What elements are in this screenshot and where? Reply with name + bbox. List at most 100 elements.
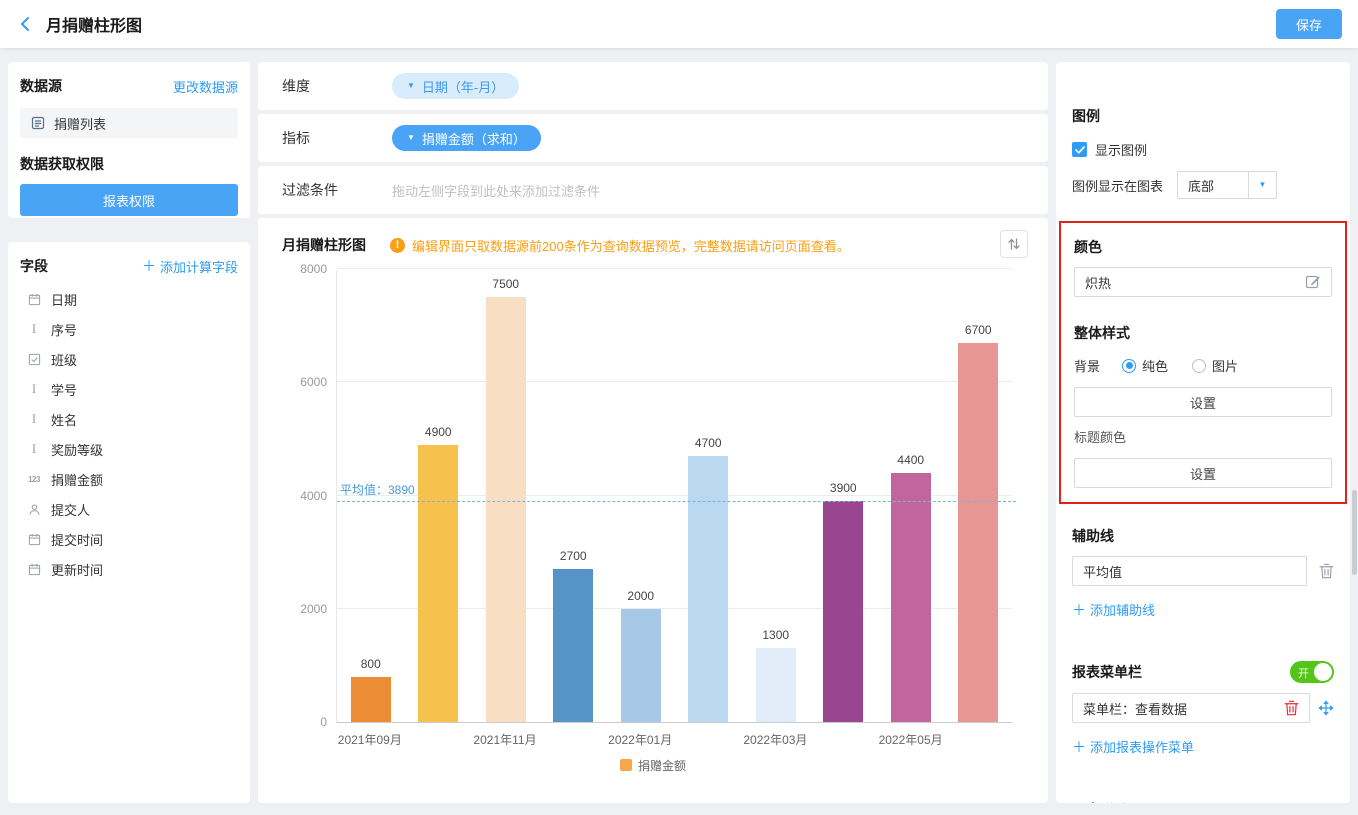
legend-position-label: 图例显示在图表 <box>1072 178 1164 194</box>
x-axis-tick-label: 2021年09月 <box>337 733 402 747</box>
add-auxline-link[interactable]: ＋ 添加辅助线 <box>1072 600 1155 619</box>
bar-value-label: 2700 <box>559 549 587 564</box>
bar-2021年09月[interactable] <box>350 676 391 722</box>
field-item[interactable]: I 奖励等级 <box>20 434 238 464</box>
text-icon: I <box>31 411 37 426</box>
settings-panel: 图例 显示图例 图例显示在图表 底部 ▼ 颜色 炽热 整体样式 背景 纯色 图片… <box>1056 62 1350 803</box>
dropdown-button[interactable]: ▼ <box>1249 171 1278 199</box>
add-menu-action-link[interactable]: ＋ 添加报表操作菜单 <box>1072 737 1194 756</box>
number-icon: 123 <box>28 474 40 484</box>
field-item[interactable]: 123 捐赠金额 <box>20 464 238 494</box>
field-item[interactable]: 提交时间 <box>20 524 238 554</box>
fields-card: 字段 ＋ 添加计算字段 日期 I 序号 班级 I 学号 I 姓名 I 奖励等级 123 捐赠金额提交人… <box>8 242 250 803</box>
bar-2022年01月[interactable] <box>620 608 661 722</box>
sort-button[interactable] <box>1000 230 1028 258</box>
page: 月捐赠柱形图 保存 数据源 更改数据源 捐赠列表 数据获取权限 报表权限 字段 … <box>0 0 1358 815</box>
field-item[interactable]: I 姓名 <box>20 404 238 434</box>
title-color-label: 标题颜色 <box>1074 430 1127 445</box>
edit-icon[interactable] <box>1305 274 1321 290</box>
bar-value-label: 4400 <box>897 452 925 467</box>
page-title: 月捐赠柱形图 <box>46 18 143 35</box>
legend-swatch-icon <box>619 759 632 771</box>
bar-2022年04月[interactable] <box>823 501 864 722</box>
field-label: 日期 <box>51 292 78 308</box>
field-item[interactable]: 班级 <box>20 344 238 374</box>
caret-down-icon: ▼ <box>407 81 415 90</box>
person-icon <box>26 503 42 516</box>
y-axis-tick-label: 8000 <box>300 262 327 276</box>
highlighted-section: 颜色 炽热 整体样式 背景 纯色 图片 设置 标题颜色 设置 <box>1059 221 1347 504</box>
filter-dropzone[interactable]: 拖动左侧字段到此处来添加过滤条件 <box>392 181 600 200</box>
bar-value-label: 4700 <box>694 435 722 450</box>
bar-value-label: 2000 <box>627 588 655 603</box>
left-sidebar: 数据源 更改数据源 捐赠列表 数据获取权限 报表权限 字段 ＋ 添加计算字段 日… <box>8 62 250 803</box>
bar-2022年05月[interactable] <box>890 472 931 722</box>
text-icon: I <box>31 381 37 396</box>
background-set-button[interactable]: 设置 <box>1074 387 1332 417</box>
bar-2021年12月[interactable] <box>553 569 594 722</box>
move-menu-item-handle[interactable] <box>1318 700 1334 716</box>
bar-2022年06月[interactable] <box>958 342 999 722</box>
bar-value-label: 1300 <box>762 628 790 643</box>
metric-pill[interactable]: ▼ 捐赠金额（求和） <box>392 125 541 151</box>
dimension-pill[interactable]: ▼ 日期（年-月） <box>392 73 520 99</box>
dimension-label: 维度 <box>282 78 310 94</box>
bar-2022年03月[interactable] <box>755 648 796 722</box>
style-section-title: 整体样式 <box>1074 325 1130 341</box>
menu-toggle[interactable]: 开 <box>1290 661 1334 683</box>
bar-2021年10月[interactable] <box>418 444 459 722</box>
x-axis-tick-label: 2022年05月 <box>878 733 943 747</box>
menu-item[interactable]: 菜单栏：查看数据 <box>1072 693 1310 723</box>
title-color-set-button[interactable]: 设置 <box>1074 458 1332 488</box>
bar-2021年11月[interactable] <box>485 297 526 722</box>
bar-value-label: 4900 <box>424 424 452 439</box>
gridline <box>337 268 1012 269</box>
legend-position-select[interactable]: 底部 ▼ <box>1177 171 1278 199</box>
color-theme-input[interactable]: 炽热 <box>1074 267 1332 297</box>
datasource-card: 数据源 更改数据源 捐赠列表 数据获取权限 报表权限 <box>8 62 250 218</box>
field-label: 捐赠金额 <box>51 472 104 488</box>
caret-down-icon: ▼ <box>407 133 415 142</box>
save-button[interactable]: 保存 <box>1275 9 1342 39</box>
permission-title: 数据获取权限 <box>20 156 104 172</box>
gridline <box>337 381 1012 383</box>
trash-icon <box>1319 563 1334 579</box>
datasource-item[interactable]: 捐赠列表 <box>20 108 238 138</box>
bar-chart-plot: 0 2000 4000 6000 8000 800 4900 7500 2700 2000 4700… <box>300 262 1016 729</box>
trash-icon <box>1284 700 1299 716</box>
field-item[interactable]: I 序号 <box>20 314 238 344</box>
field-item[interactable]: 提交人 <box>20 494 238 524</box>
bar-value-label: 7500 <box>492 277 520 292</box>
scrollbar-thumb[interactable] <box>1352 490 1357 575</box>
back-button[interactable] <box>20 16 30 32</box>
bar-2022年02月[interactable] <box>688 455 729 722</box>
dimension-row: 维度 ▼ 日期（年-月） <box>258 62 1048 110</box>
field-item[interactable]: 更新时间 <box>20 554 238 584</box>
legend-item[interactable]: 捐赠金额 <box>619 757 686 774</box>
field-item[interactable]: 日期 <box>20 284 238 314</box>
field-item[interactable]: I 学号 <box>20 374 238 404</box>
metric-label: 指标 <box>282 130 310 146</box>
y-axis-tick-label: 6000 <box>300 375 327 390</box>
calendar-icon <box>26 293 42 306</box>
bg-solid-radio[interactable]: 纯色 <box>1122 356 1168 375</box>
field-list: 日期 I 序号 班级 I 学号 I 姓名 I 奖励等级 123 捐赠金额提交人提交时间更新时间 <box>20 284 238 584</box>
filter-row: 过滤条件 拖动左侧字段到此处来添加过滤条件 <box>258 166 1048 214</box>
radio-unselected-icon <box>1192 358 1207 373</box>
auxline-input[interactable]: 平均值 <box>1072 556 1307 586</box>
show-legend-checkbox[interactable]: 显示图例 <box>1072 140 1334 159</box>
delete-menu-item-button[interactable] <box>1284 700 1299 716</box>
bg-image-radio[interactable]: 图片 <box>1192 356 1238 375</box>
field-label: 提交时间 <box>51 532 104 548</box>
fields-title: 字段 <box>20 258 48 274</box>
change-datasource-link[interactable]: 更改数据源 <box>173 77 238 96</box>
report-permission-button[interactable]: 报表权限 <box>20 184 238 216</box>
toggle-knob-icon <box>1314 663 1332 681</box>
main-column: 维度 ▼ 日期（年-月） 指标 ▼ 捐赠金额（求和） 过滤条件 拖动左侧字段到此… <box>258 62 1048 803</box>
x-axis-tick-label: 2021年11月 <box>473 733 537 747</box>
bar-value-label: 3900 <box>829 481 857 496</box>
delete-auxline-button[interactable] <box>1319 563 1334 579</box>
plus-icon: ＋ <box>1072 601 1086 618</box>
radio-selected-icon <box>1122 358 1136 373</box>
add-calc-field-link[interactable]: ＋ 添加计算字段 <box>142 257 238 276</box>
